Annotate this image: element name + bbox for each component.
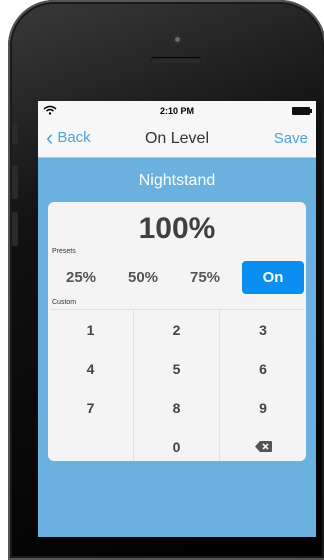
- key-4[interactable]: 4: [48, 349, 134, 388]
- battery-icon: [292, 107, 312, 115]
- preset-50-button[interactable]: 50%: [112, 269, 174, 286]
- preset-75-button[interactable]: 75%: [174, 269, 236, 286]
- status-bar: 2:10 PM: [38, 101, 316, 121]
- level-card: 100% Presets 25% 50% 75% On Custom 1 2 3…: [48, 202, 306, 461]
- key-3[interactable]: 3: [220, 310, 306, 349]
- app-screen: 2:10 PM ‹ Back On Level Save Nightstand 1…: [38, 101, 316, 537]
- key-empty: [48, 427, 134, 461]
- device-name: Nightstand: [138, 172, 216, 189]
- volume-down-button: [12, 212, 18, 246]
- presets-row: 25% 50% 75% On: [48, 258, 306, 296]
- key-9[interactable]: 9: [220, 388, 306, 427]
- key-0[interactable]: 0: [134, 427, 220, 461]
- earpiece-speaker: [151, 57, 201, 63]
- key-8[interactable]: 8: [134, 388, 220, 427]
- front-camera: [173, 35, 182, 44]
- preset-on-button[interactable]: On: [242, 260, 304, 294]
- preset-25-button[interactable]: 25%: [50, 269, 112, 286]
- volume-up-button: [12, 165, 18, 199]
- navigation-bar: ‹ Back On Level Save: [38, 121, 316, 158]
- backspace-icon: [254, 441, 272, 452]
- key-7[interactable]: 7: [48, 388, 134, 427]
- save-button[interactable]: Save: [274, 130, 308, 147]
- mute-switch: [12, 122, 18, 144]
- presets-label: Presets: [52, 248, 76, 255]
- key-6[interactable]: 6: [220, 349, 306, 388]
- key-1[interactable]: 1: [48, 310, 134, 349]
- key-2[interactable]: 2: [134, 310, 220, 349]
- phone-frame: 2:10 PM ‹ Back On Level Save Nightstand 1…: [8, 0, 324, 560]
- custom-label: Custom: [52, 299, 77, 306]
- level-display: 100%: [138, 212, 216, 245]
- key-5[interactable]: 5: [134, 349, 220, 388]
- status-time: 2:10 PM: [159, 106, 194, 116]
- backspace-button[interactable]: [220, 427, 306, 461]
- custom-keypad: 1 2 3 4 5 6 7 8 9 0: [48, 310, 306, 461]
